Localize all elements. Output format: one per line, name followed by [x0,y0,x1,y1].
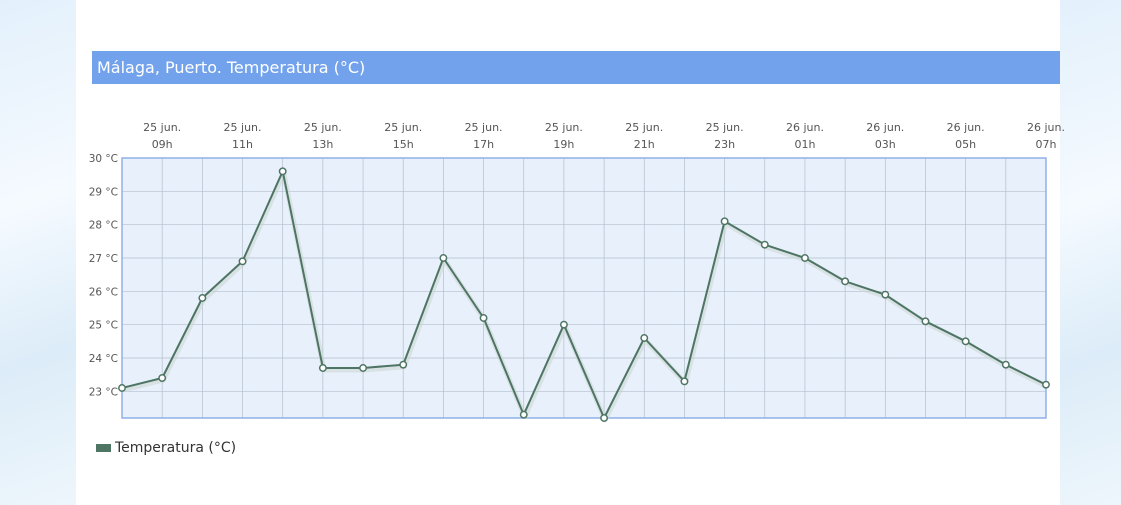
y-tick-label: 30 °C [89,153,118,165]
plot-area [122,158,1046,418]
data-point [640,334,649,342]
chart-legend[interactable]: Temperatura (°C) [96,438,236,458]
data-point [318,364,327,372]
legend-label: Temperatura (°C) [115,440,237,456]
y-tick-label: 29 °C [89,186,118,198]
data-point [1042,380,1050,389]
data-point [158,374,167,382]
data-point [278,167,287,176]
y-tick-label: 27 °C [89,253,118,265]
x-tick-date: 26 jun. [866,121,904,134]
x-tick-hour: 11h [232,138,253,151]
x-tick-date: 25 jun. [545,121,583,134]
x-tick-hour: 23h [714,138,735,151]
x-tick-date: 26 jun. [786,121,824,134]
y-tick-label: 26 °C [89,286,118,298]
data-point [1001,360,1010,369]
y-tick-label: 28 °C [89,220,118,232]
data-point [600,414,609,422]
data-point [760,240,769,249]
data-point [720,217,729,226]
data-point [399,360,408,369]
x-tick-date: 25 jun. [625,121,663,134]
x-tick-hour: 19h [553,138,574,151]
data-point [198,294,207,302]
x-tick-hour: 07h [1036,138,1057,151]
data-point [479,314,488,322]
y-tick-label: 23 °C [89,386,118,398]
x-tick-date: 25 jun. [384,121,422,134]
x-tick-hour: 05h [955,138,976,151]
data-point [359,364,367,372]
data-point [439,254,448,262]
data-point [680,377,689,386]
data-point [559,320,568,329]
x-tick-date: 25 jun. [465,121,503,134]
data-point [519,410,528,419]
temperature-chart: 23 °C 24 °C 25 °C 26 °C 27 °C 28 °C 29 °C 30 °C… [89,121,1065,423]
data-point [238,257,247,266]
x-tick-hour: 09h [152,138,173,151]
x-tick-date: 25 jun. [224,121,262,134]
x-tick-hour: 15h [393,138,414,151]
x-tick-date: 25 jun. [143,121,181,134]
data-point [961,337,970,346]
data-point [881,290,890,299]
y-tick-label: 24 °C [89,353,118,365]
x-tick-date: 26 jun. [1027,121,1065,134]
x-tick-date: 26 jun. [947,121,985,134]
x-tick-hour: 17h [473,138,494,151]
legend-swatch [96,444,111,452]
x-tick-date: 25 jun. [706,121,744,134]
y-tick-label: 25 °C [89,320,118,332]
data-point [841,277,850,286]
x-tick-hour: 01h [794,138,815,151]
x-tick-hour: 21h [634,138,655,151]
x-tick-hour: 03h [875,138,896,151]
x-tick-date: 25 jun. [304,121,342,134]
data-point [921,317,930,326]
data-point [801,254,809,262]
x-tick-hour: 13h [312,138,333,151]
data-point [118,384,126,392]
